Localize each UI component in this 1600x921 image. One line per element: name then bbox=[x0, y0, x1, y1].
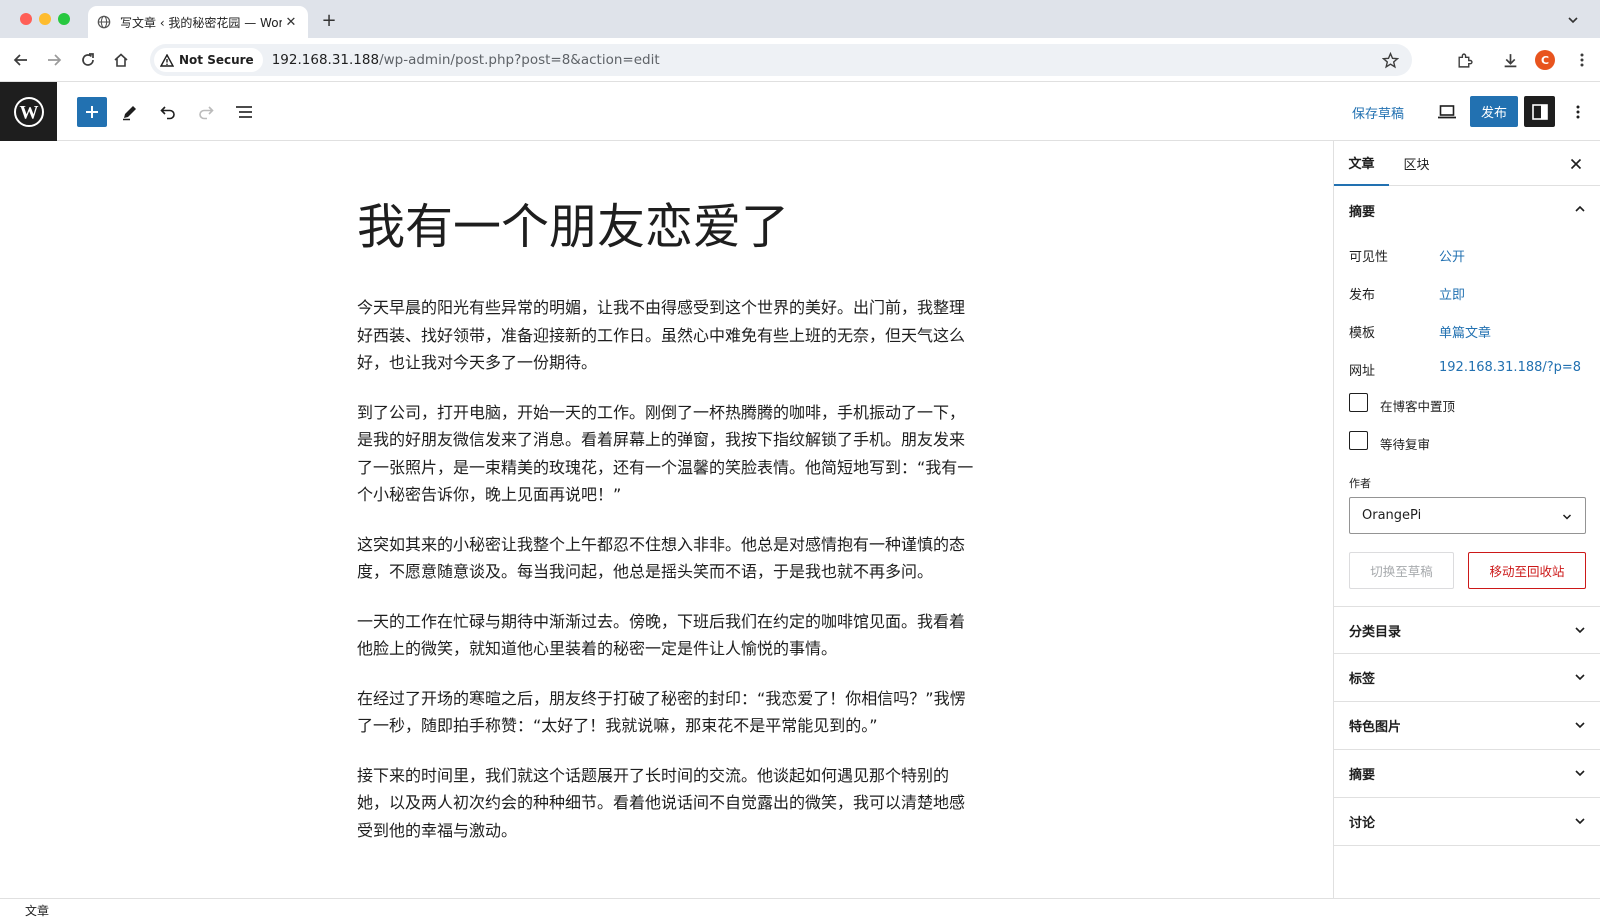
security-label: Not Secure bbox=[179, 53, 254, 67]
author-value: OrangePi bbox=[1362, 508, 1422, 523]
url-host: 192.168.31.188 bbox=[271, 52, 380, 68]
chevron-down-icon bbox=[1575, 674, 1585, 681]
paragraph-block[interactable]: 在经过了开场的寒暄之后，朋友终于打破了秘密的封印：“我恋爱了！你相信吗？”我愣了… bbox=[357, 685, 977, 740]
discussion-panel-toggle[interactable]: 讨论 bbox=[1334, 798, 1600, 846]
permalink-link[interactable]: 192.168.31.188/?p=8 bbox=[1439, 360, 1581, 375]
bookmark-star-icon[interactable] bbox=[1378, 48, 1402, 72]
wordpress-logo-icon[interactable]: W bbox=[0, 82, 57, 141]
tab-block[interactable]: 区块 bbox=[1389, 141, 1444, 186]
settings-sidebar-icon[interactable] bbox=[1524, 96, 1555, 127]
url-path: /wp-admin/post.php?post=8&action=edit bbox=[379, 52, 660, 68]
visibility-label: 可见性 bbox=[1349, 250, 1389, 265]
tab-title: 写文章 ‹ 我的秘密花园 — Word bbox=[120, 15, 282, 30]
block-breadcrumb: 文章 bbox=[0, 898, 1600, 921]
categories-panel-toggle[interactable]: 分类目录 bbox=[1334, 606, 1600, 654]
globe-icon bbox=[96, 14, 112, 30]
move-to-trash-button[interactable]: 移动至回收站 bbox=[1468, 552, 1586, 589]
chevron-down-icon bbox=[1575, 770, 1585, 777]
sticky-label[interactable]: 在博客中置顶 bbox=[1380, 396, 1455, 415]
chevron-down-icon bbox=[1575, 722, 1585, 729]
visibility-link[interactable]: 公开 bbox=[1439, 246, 1465, 265]
publish-button[interactable]: 发布 bbox=[1470, 96, 1518, 127]
post-title[interactable]: 我有一个朋友恋爱了 bbox=[357, 199, 977, 257]
pending-review-checkbox[interactable] bbox=[1349, 431, 1368, 450]
download-icon[interactable] bbox=[1498, 48, 1522, 72]
url-text[interactable]: 192.168.31.188/wp-admin/post.php?post=8&… bbox=[272, 52, 660, 68]
paragraph-block[interactable]: 一天的工作在忙碌与期待中渐渐过去。傍晚，下班后我们在约定的咖啡馆见面。我看着他脸… bbox=[357, 608, 977, 663]
browser-tabstrip: 写文章 ‹ 我的秘密花园 — Word ✕ + bbox=[0, 0, 1600, 38]
editor-header: W 保存草稿 发布 bbox=[0, 82, 1600, 141]
profile-avatar[interactable]: C bbox=[1535, 50, 1555, 70]
chevron-down-icon bbox=[1562, 514, 1572, 520]
excerpt-panel-title: 摘要 bbox=[1349, 768, 1376, 783]
author-label: 作者 bbox=[1349, 477, 1371, 490]
close-window-button[interactable] bbox=[20, 13, 32, 25]
options-menu-icon[interactable] bbox=[1566, 97, 1590, 127]
editor-canvas[interactable]: 我有一个朋友恋爱了 今天早晨的阳光有些异常的明媚，让我不由得感受到这个世界的美好… bbox=[0, 141, 1333, 898]
svg-text:W: W bbox=[19, 102, 38, 123]
post-content[interactable]: 今天早晨的阳光有些异常的明媚，让我不由得感受到这个世界的美好。出门前，我整理好西… bbox=[357, 294, 977, 866]
paragraph-block[interactable]: 接下来的时间里，我们就这个话题展开了长时间的交流。他谈起如何遇见那个特别的她，以… bbox=[357, 762, 977, 845]
new-tab-button[interactable]: + bbox=[318, 9, 340, 31]
author-select[interactable]: OrangePi bbox=[1349, 497, 1586, 534]
discussion-panel-title: 讨论 bbox=[1349, 816, 1376, 831]
publish-label: 发布 bbox=[1349, 288, 1376, 303]
summary-panel-title: 摘要 bbox=[1349, 204, 1376, 220]
tab-close-icon[interactable]: ✕ bbox=[282, 13, 300, 31]
switch-to-draft-button[interactable]: 切换至草稿 bbox=[1349, 552, 1454, 589]
url-label: 网址 bbox=[1349, 364, 1376, 379]
summary-panel-toggle[interactable]: 摘要 bbox=[1334, 186, 1600, 234]
browser-toolbar: Not Secure 192.168.31.188/wp-admin/post.… bbox=[0, 38, 1600, 82]
sticky-checkbox[interactable] bbox=[1349, 393, 1368, 412]
home-icon[interactable] bbox=[109, 48, 133, 72]
preview-device-icon[interactable] bbox=[1432, 97, 1462, 127]
featured-image-panel-title: 特色图片 bbox=[1349, 720, 1402, 735]
featured-image-panel-toggle[interactable]: 特色图片 bbox=[1334, 702, 1600, 750]
document-overview-icon[interactable] bbox=[229, 97, 259, 127]
browser-tab-active[interactable]: 写文章 ‹ 我的秘密花园 — Word ✕ bbox=[88, 6, 308, 38]
undo-icon[interactable] bbox=[153, 97, 183, 127]
categories-panel-title: 分类目录 bbox=[1349, 624, 1402, 640]
settings-sidebar: 文章 区块 摘要 可见性 公开 发布 立即 模板 单篇文章 网址 192.168… bbox=[1333, 141, 1600, 898]
address-bar[interactable]: Not Secure 192.168.31.188/wp-admin/post.… bbox=[150, 44, 1412, 76]
tags-panel-toggle[interactable]: 标签 bbox=[1334, 654, 1600, 702]
redo-icon[interactable] bbox=[191, 97, 221, 127]
minimize-window-button[interactable] bbox=[39, 13, 51, 25]
maximize-window-button[interactable] bbox=[58, 13, 70, 25]
reload-icon[interactable] bbox=[76, 48, 100, 72]
back-arrow-icon[interactable] bbox=[9, 48, 33, 72]
template-label: 模板 bbox=[1349, 326, 1376, 341]
sidebar-tabs: 文章 区块 bbox=[1334, 141, 1600, 186]
tab-post[interactable]: 文章 bbox=[1334, 141, 1389, 186]
template-link[interactable]: 单篇文章 bbox=[1439, 322, 1491, 341]
paragraph-block[interactable]: 今天早晨的阳光有些异常的明媚，让我不由得感受到这个世界的美好。出门前，我整理好西… bbox=[357, 294, 977, 377]
forward-arrow-icon[interactable] bbox=[42, 48, 66, 72]
publish-date-link[interactable]: 立即 bbox=[1439, 284, 1465, 303]
security-chip[interactable]: Not Secure bbox=[154, 48, 263, 72]
extensions-puzzle-icon[interactable] bbox=[1452, 48, 1476, 72]
pending-review-label[interactable]: 等待复审 bbox=[1380, 434, 1430, 453]
block-inserter-button[interactable] bbox=[77, 97, 107, 127]
save-draft-button[interactable]: 保存草稿 bbox=[1352, 98, 1404, 126]
excerpt-panel-toggle[interactable]: 摘要 bbox=[1334, 750, 1600, 798]
chevron-up-icon bbox=[1575, 205, 1585, 212]
close-sidebar-icon[interactable] bbox=[1565, 153, 1587, 175]
breadcrumb-post[interactable]: 文章 bbox=[25, 902, 49, 919]
tab-search-button[interactable] bbox=[1562, 9, 1584, 31]
edit-pencil-icon[interactable] bbox=[115, 97, 145, 127]
browser-menu-icon[interactable] bbox=[1570, 48, 1594, 72]
warning-icon bbox=[160, 53, 174, 67]
chevron-down-icon bbox=[1575, 627, 1585, 634]
chevron-down-icon bbox=[1575, 818, 1585, 825]
tags-panel-title: 标签 bbox=[1349, 672, 1376, 687]
paragraph-block[interactable]: 这突如其来的小秘密让我整个上午都忍不住想入非非。他总是对感情抱有一种谨慎的态度，… bbox=[357, 531, 977, 586]
paragraph-block[interactable]: 到了公司，打开电脑，开始一天的工作。刚倒了一杯热腾腾的咖啡，手机振动了一下，是我… bbox=[357, 399, 977, 509]
